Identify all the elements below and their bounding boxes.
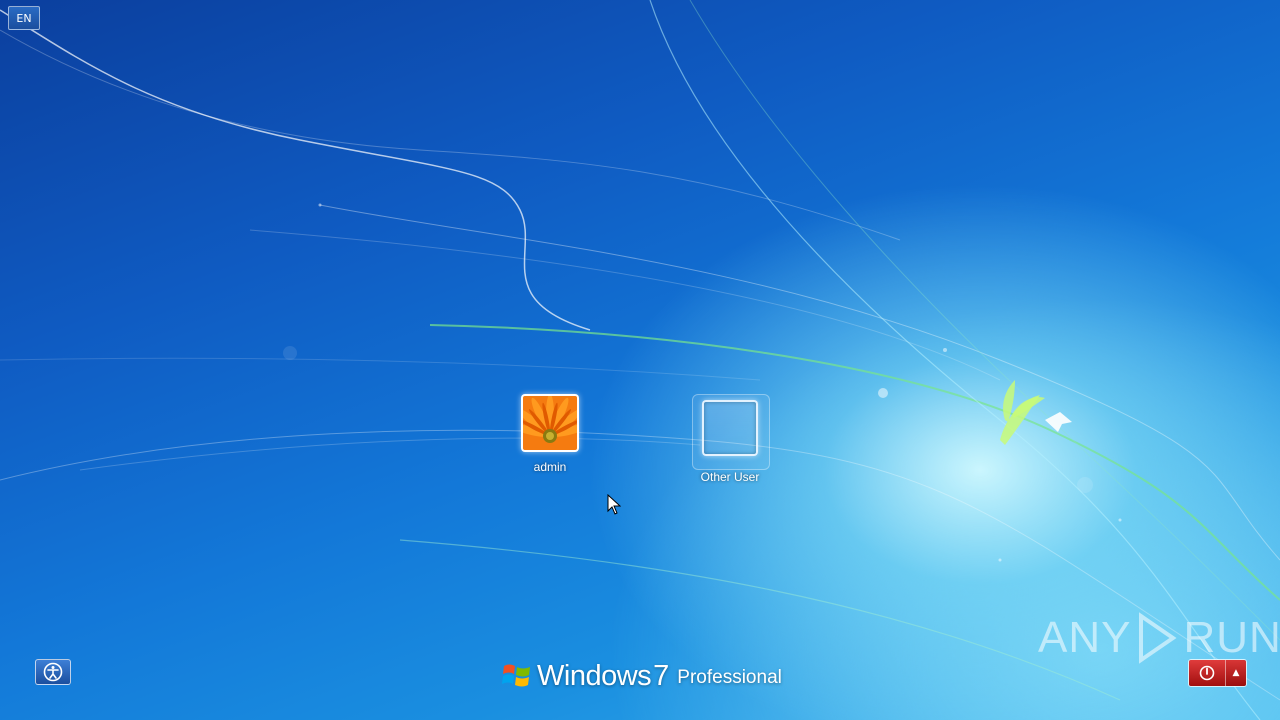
watermark-left: ANY	[1038, 613, 1132, 662]
bird-logo	[1000, 380, 1045, 445]
windows-branding: Windows 7 Professional	[502, 656, 782, 692]
shutdown-button[interactable]	[1189, 660, 1225, 686]
chevron-up-icon: ▲	[1232, 668, 1240, 678]
ease-of-access-button[interactable]	[35, 659, 71, 685]
user-tile-other-user[interactable]: Other User	[670, 394, 790, 484]
language-code: EN	[16, 11, 32, 25]
brand-version: 7	[653, 660, 670, 692]
power-icon	[1199, 665, 1215, 681]
user-name-other: Other User	[700, 470, 760, 484]
user-name-admin: admin	[533, 460, 567, 474]
mouse-cursor-icon	[607, 494, 621, 515]
power-controls: ▲	[1188, 659, 1247, 687]
language-indicator[interactable]: EN	[8, 6, 40, 30]
windows-flag-icon	[502, 664, 530, 687]
watermark-right: RUN	[1183, 613, 1280, 662]
shutdown-options-button[interactable]: ▲	[1225, 660, 1246, 686]
blank-user-icon	[702, 400, 758, 456]
brand-windows: Windows	[537, 660, 652, 692]
user-tile-admin[interactable]: admin	[490, 394, 610, 474]
brand-edition: Professional	[677, 667, 782, 688]
play-icon	[1139, 612, 1178, 664]
flower-avatar-icon	[521, 394, 579, 452]
ease-of-access-icon	[43, 662, 63, 682]
anyrun-watermark: ANY RUN	[1038, 612, 1280, 664]
